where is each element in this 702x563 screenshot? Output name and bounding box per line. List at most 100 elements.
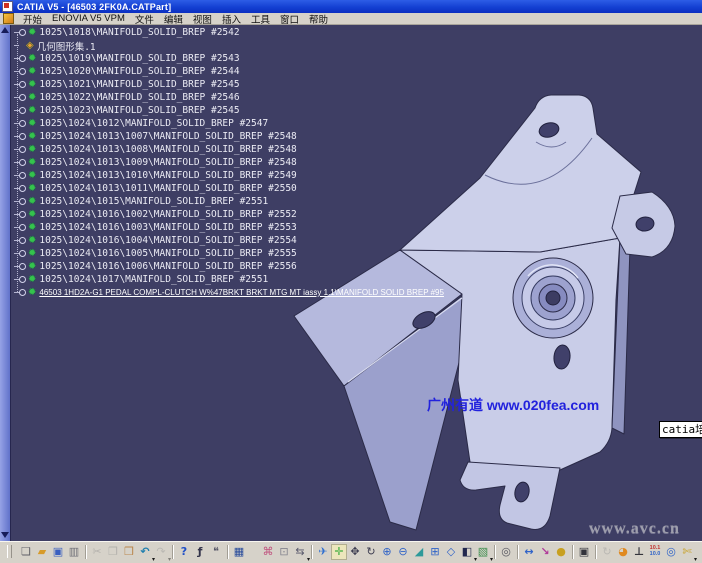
precision-icon[interactable]: 10.110.0 — [647, 544, 663, 560]
formula-icon[interactable]: ƒ — [192, 544, 208, 560]
tree-item[interactable]: ✹ 1025\1019\MANIFOLD_SOLID_BREP #2543 — [11, 52, 444, 65]
tree-item[interactable]: ✹ 1025\1024\1016\1005\MANIFOLD_SOLID_BRE… — [11, 247, 444, 260]
catalog-icon[interactable]: ◎ — [663, 544, 679, 560]
menu-item[interactable]: ENOVIA V5 VPM — [47, 13, 130, 24]
shaded-view-icon[interactable]: ◧ — [459, 544, 475, 560]
tree-item[interactable]: ✹ 1025\1023\MANIFOLD_SOLID_BREP #2545 — [11, 104, 444, 117]
tree-scroll-strip[interactable] — [0, 25, 11, 541]
tree-item-label[interactable]: 1025\1022\MANIFOLD_SOLID_BREP #2546 — [39, 92, 239, 103]
tree-item-label[interactable]: 1025\1024\1013\1010\MANIFOLD_SOLID_BREP … — [39, 170, 296, 181]
swap-visible-space-icon[interactable]: ⇆ — [292, 544, 308, 560]
tree-node-toggle[interactable] — [19, 55, 26, 62]
tree-node-toggle[interactable] — [19, 263, 26, 270]
tree-node-toggle[interactable] — [19, 211, 26, 218]
tree-item-label[interactable]: 1025\1024\1016\1004\MANIFOLD_SOLID_BREP … — [39, 235, 296, 246]
fly-mode-icon[interactable]: ✈ — [315, 544, 331, 560]
tree-item[interactable]: ✹ 1025\1024\1013\1009\MANIFOLD_SOLID_BRE… — [11, 156, 444, 169]
tree-item[interactable]: ✹ 1025\1022\MANIFOLD_SOLID_BREP #2546 — [11, 91, 444, 104]
tree-item-label[interactable]: 1025\1024\1016\1006\MANIFOLD_SOLID_BREP … — [39, 261, 296, 272]
tree-item-label[interactable]: 1025\1024\1013\1011\MANIFOLD_SOLID_BREP … — [39, 183, 296, 194]
axis-system-icon[interactable]: ⊥ — [631, 544, 647, 560]
tree-item[interactable]: ✹ 1025\1024\1016\1004\MANIFOLD_SOLID_BRE… — [11, 234, 444, 247]
tree-node-toggle[interactable] — [19, 224, 26, 231]
knife-cut-icon[interactable]: ✄ — [679, 544, 695, 560]
tree-item-label[interactable]: 1025\1021\MANIFOLD_SOLID_BREP #2545 — [39, 79, 239, 90]
speech-bubble-icon[interactable]: ❝ — [208, 544, 224, 560]
tree-item[interactable]: ✹ 1025\1020\MANIFOLD_SOLID_BREP #2544 — [11, 65, 444, 78]
menu-item[interactable]: 视图 — [188, 12, 217, 26]
tree-node-toggle[interactable] — [19, 276, 26, 283]
camera-icon[interactable]: ▣ — [576, 544, 592, 560]
paste-icon[interactable]: ❒ — [121, 544, 137, 560]
rotate-icon[interactable]: ↻ — [363, 544, 379, 560]
new-document-icon[interactable]: ❏ — [18, 544, 34, 560]
tree-item-label[interactable]: 1025\1024\1016\1002\MANIFOLD_SOLID_BREP … — [39, 209, 296, 220]
iso-view-icon[interactable]: ◇ — [443, 544, 459, 560]
tree-item[interactable]: ✹ 1025\1024\1013\1010\MANIFOLD_SOLID_BRE… — [11, 169, 444, 182]
tree-node-toggle[interactable] — [19, 159, 26, 166]
tree-item[interactable]: ✹ 1025\1024\1015\MANIFOLD_SOLID_BREP #25… — [11, 195, 444, 208]
tree-item-label[interactable]: 1025\1024\1012\MANIFOLD_SOLID_BREP #2547 — [39, 118, 268, 129]
tree-node-toggle[interactable] — [19, 133, 26, 140]
menu-item[interactable]: 窗口 — [275, 12, 304, 26]
tree-item-label[interactable]: 1025\1023\MANIFOLD_SOLID_BREP #2545 — [39, 105, 239, 116]
turntable-icon[interactable]: ◎ — [498, 544, 514, 560]
tree-item-label[interactable]: 1025\1020\MANIFOLD_SOLID_BREP #2544 — [39, 66, 239, 77]
tree-item-label[interactable]: 1025\1019\MANIFOLD_SOLID_BREP #2543 — [39, 53, 239, 64]
fit-all-in-icon[interactable]: ✛ — [331, 544, 347, 560]
scroll-down-arrow-icon[interactable] — [1, 532, 9, 538]
tree-node-toggle[interactable] — [19, 172, 26, 179]
tree-item[interactable]: ◈ 几何图形集.1 — [11, 39, 444, 52]
measure-item-icon[interactable]: ↘ — [537, 544, 553, 560]
tree-item-label[interactable]: 1025\1024\1016\1003\MANIFOLD_SOLID_BREP … — [39, 222, 296, 233]
zoom-out-icon[interactable]: ⊖ — [395, 544, 411, 560]
lock-icon[interactable]: ● — [553, 544, 569, 560]
normal-view-icon[interactable]: ◢ — [411, 544, 427, 560]
render-style-icon[interactable]: ▧ — [475, 544, 491, 560]
tree-node-toggle[interactable] — [19, 94, 26, 101]
tree-node-toggle[interactable] — [19, 81, 26, 88]
toolbar-grip[interactable] — [7, 545, 12, 558]
open-folder-icon[interactable]: ▰ — [34, 544, 50, 560]
tree-item[interactable]: ✹ 1025\1024\1016\1002\MANIFOLD_SOLID_BRE… — [11, 208, 444, 221]
whats-this-icon[interactable]: ? — [176, 544, 192, 560]
tree-item[interactable]: ✹ 1025\1018\MANIFOLD_SOLID_BREP #2542 — [11, 26, 444, 39]
product-graph-icon[interactable]: ⌘ — [260, 544, 276, 560]
save-icon[interactable]: ▣ — [50, 544, 66, 560]
tree-item[interactable]: ✹ 1025\1024\1017\MANIFOLD_SOLID_BREP #25… — [11, 273, 444, 286]
tree-item-label[interactable]: 1025\1024\1013\1009\MANIFOLD_SOLID_BREP … — [39, 157, 296, 168]
design-table-icon[interactable]: ▦ — [231, 544, 247, 560]
zoom-in-icon[interactable]: ⊕ — [379, 544, 395, 560]
tree-item[interactable]: ✹ 1025\1024\1016\1006\MANIFOLD_SOLID_BRE… — [11, 260, 444, 273]
tree-item-label[interactable]: 1025\1024\1013\1008\MANIFOLD_SOLID_BREP … — [39, 144, 296, 155]
tree-node-toggle[interactable] — [19, 107, 26, 114]
tree-item[interactable]: ✹ 1025\1024\1013\1011\MANIFOLD_SOLID_BRE… — [11, 182, 444, 195]
menu-item[interactable]: 文件 — [130, 12, 159, 26]
menu-item[interactable]: 插入 — [217, 12, 246, 26]
tree-item-label[interactable]: 1025\1018\MANIFOLD_SOLID_BREP #2542 — [39, 27, 239, 38]
menu-item[interactable]: 帮助 — [304, 12, 333, 26]
pivot-boss[interactable] — [513, 258, 593, 338]
small-lock-icon[interactable]: ⊡ — [276, 544, 292, 560]
tree-item[interactable]: ✹ 1025\1024\1016\1003\MANIFOLD_SOLID_BRE… — [11, 221, 444, 234]
measure-between-icon[interactable]: ↔ — [521, 544, 537, 560]
tree-item-label[interactable]: 1025\1024\1017\MANIFOLD_SOLID_BREP #2551 — [39, 274, 268, 285]
tree-item[interactable]: ✹ 1025\1024\1012\MANIFOLD_SOLID_BREP #25… — [11, 117, 444, 130]
tree-node-toggle[interactable] — [19, 289, 26, 296]
tree-item[interactable]: ✹ 1025\1024\1013\1007\MANIFOLD_SOLID_BRE… — [11, 130, 444, 143]
viewport-3d[interactable]: ✹ 1025\1018\MANIFOLD_SOLID_BREP #2542 ◈ … — [0, 25, 702, 541]
catpart-doc-icon[interactable] — [3, 13, 14, 24]
tree-node-toggle[interactable] — [19, 237, 26, 244]
bracket-foot[interactable] — [460, 462, 560, 529]
tree-item[interactable]: ✹ 46503 1HD2A-G1 PEDAL COMPL-CLUTCH W%47… — [11, 286, 444, 299]
multi-view-icon[interactable]: ⊞ — [427, 544, 443, 560]
tree-node-toggle[interactable] — [19, 68, 26, 75]
tree-item-label[interactable]: 1025\1024\1016\1005\MANIFOLD_SOLID_BREP … — [39, 248, 296, 259]
tree-item-label[interactable]: 46503 1HD2A-G1 PEDAL COMPL-CLUTCH W%47BR… — [39, 288, 444, 297]
scroll-up-arrow-icon[interactable] — [1, 27, 9, 33]
print-icon[interactable]: ▥ — [66, 544, 82, 560]
tree-node-toggle[interactable] — [19, 29, 26, 36]
tree-item[interactable]: ✹ 1025\1024\1013\1008\MANIFOLD_SOLID_BRE… — [11, 143, 444, 156]
knowledge-icon[interactable]: ◕ — [615, 544, 631, 560]
tree-node-toggle[interactable] — [19, 198, 26, 205]
